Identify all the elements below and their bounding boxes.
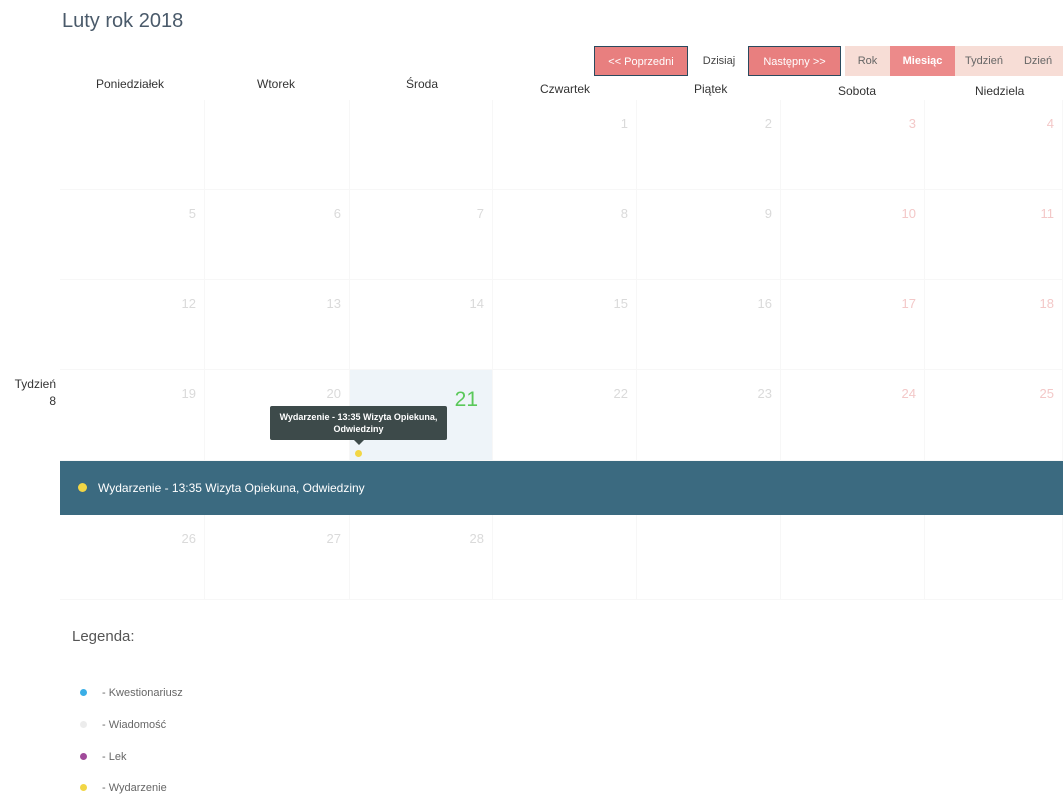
day-cell[interactable]: 22	[493, 370, 637, 461]
day-cell[interactable]: 24	[781, 370, 925, 461]
day-cell[interactable]: 28	[350, 515, 493, 600]
next-button[interactable]: Następny >>	[748, 46, 841, 76]
day-cell[interactable]: 4	[925, 100, 1063, 190]
event-detail-bar[interactable]: Wydarzenie - 13:35 Wizyta Opiekuna, Odwi…	[60, 461, 1063, 515]
event-detail-text: Wydarzenie - 13:35 Wizyta Opiekuna, Odwi…	[98, 481, 365, 495]
day-cell[interactable]: 8	[493, 190, 637, 280]
day-cell[interactable]: 13	[205, 280, 350, 370]
weekday-header-saturday: Sobota	[838, 84, 877, 98]
day-cell[interactable]	[60, 100, 205, 190]
month-view-button[interactable]: Miesiąc	[890, 46, 955, 76]
day-cell[interactable]: 15	[493, 280, 637, 370]
day-number: 20	[326, 386, 341, 401]
day-cell[interactable]: 6	[205, 190, 350, 280]
legend-title: Legenda:	[72, 628, 135, 645]
day-number: 13	[326, 296, 341, 311]
day-cell[interactable]: 18	[925, 280, 1063, 370]
day-cell[interactable]	[350, 100, 493, 190]
day-number: 23	[757, 386, 772, 401]
weekday-header-thursday: Czwartek	[540, 82, 591, 96]
week-view-button[interactable]: Tydzień	[955, 46, 1013, 76]
medicine-dot-icon	[80, 753, 87, 760]
event-tooltip: Wydarzenie - 13:35 Wizyta Opiekuna, Odwi…	[270, 406, 447, 445]
day-number: 5	[188, 206, 196, 221]
day-number: 12	[181, 296, 196, 311]
day-number: 18	[1039, 296, 1054, 311]
day-number: 28	[469, 531, 484, 546]
day-cell[interactable]: 2	[637, 100, 781, 190]
legend-label: - Wiadomość	[102, 719, 167, 731]
day-number: 6	[333, 206, 341, 221]
day-cell[interactable]	[637, 515, 781, 600]
day-view-button[interactable]: Dzień	[1013, 46, 1063, 76]
day-number: 10	[901, 206, 916, 221]
day-number: 2	[764, 116, 772, 131]
day-cell[interactable]	[205, 100, 350, 190]
day-cell[interactable]: 3	[781, 100, 925, 190]
day-number: 15	[613, 296, 628, 311]
week-label-word: Tydzień	[14, 377, 56, 391]
day-cell[interactable]	[493, 515, 637, 600]
event-dot-icon	[78, 483, 87, 492]
day-number: 21	[454, 388, 478, 411]
day-cell[interactable]	[781, 515, 925, 600]
week-label-number: 8	[49, 394, 56, 408]
calendar-title: Luty rok 2018	[62, 10, 184, 32]
prev-button[interactable]: << Poprzedni	[594, 46, 688, 76]
day-number: 11	[1040, 206, 1055, 221]
day-cell[interactable]: 16	[637, 280, 781, 370]
day-number: 1	[620, 116, 628, 131]
day-number: 14	[469, 296, 484, 311]
day-cell[interactable]: 7	[350, 190, 493, 280]
day-cell[interactable]: 11	[925, 190, 1063, 280]
day-cell[interactable]: 1	[493, 100, 637, 190]
weekday-header-tuesday: Wtorek	[257, 77, 296, 91]
day-cell[interactable]: 9	[637, 190, 781, 280]
day-number: 3	[908, 116, 916, 131]
day-cell[interactable]: 27	[205, 515, 350, 600]
day-number: 8	[620, 206, 628, 221]
weekday-header-monday: Poniedziałek	[96, 77, 165, 91]
day-cell[interactable]: 14	[350, 280, 493, 370]
day-cell[interactable]	[925, 515, 1063, 600]
day-cell[interactable]: 5	[60, 190, 205, 280]
weekday-header-sunday: Niedziela	[975, 84, 1025, 98]
weekday-header-wednesday: Środa	[406, 77, 439, 91]
day-cell[interactable]: 17	[781, 280, 925, 370]
day-cell[interactable]: 12	[60, 280, 205, 370]
week-number-label: Tydzień 8	[15, 376, 56, 410]
day-number: 27	[326, 531, 341, 546]
day-cell[interactable]: 19	[60, 370, 205, 461]
day-number: 7	[476, 206, 484, 221]
legend-label: - Wydarzenie	[102, 782, 167, 794]
message-dot-icon	[80, 721, 87, 728]
day-number: 22	[613, 386, 628, 401]
weekday-header-friday: Piątek	[694, 82, 728, 96]
legend-label: - Lek	[102, 751, 127, 763]
questionnaire-dot-icon	[80, 689, 87, 696]
day-cell[interactable]: 10	[781, 190, 925, 280]
event-dot-icon[interactable]	[355, 450, 362, 457]
day-number: 4	[1046, 116, 1054, 131]
legend-label: - Kwestionariusz	[102, 687, 183, 699]
day-number: 24	[901, 386, 916, 401]
day-cell[interactable]: 26	[60, 515, 205, 600]
event-legend-dot-icon	[80, 784, 87, 791]
day-number: 25	[1039, 386, 1054, 401]
day-number: 17	[901, 296, 916, 311]
day-number: 19	[181, 386, 196, 401]
day-number: 16	[757, 296, 772, 311]
calendar-grid: 1 2 3 4 5 6 7 8 9 10 11 12 13 14 15 16 1…	[60, 100, 1063, 600]
day-number: 9	[764, 206, 772, 221]
day-number: 26	[181, 531, 196, 546]
today-button[interactable]: Dzisiaj	[692, 46, 746, 76]
year-view-button[interactable]: Rok	[845, 46, 890, 76]
day-cell[interactable]: 23	[637, 370, 781, 461]
day-cell[interactable]: 25	[925, 370, 1063, 461]
